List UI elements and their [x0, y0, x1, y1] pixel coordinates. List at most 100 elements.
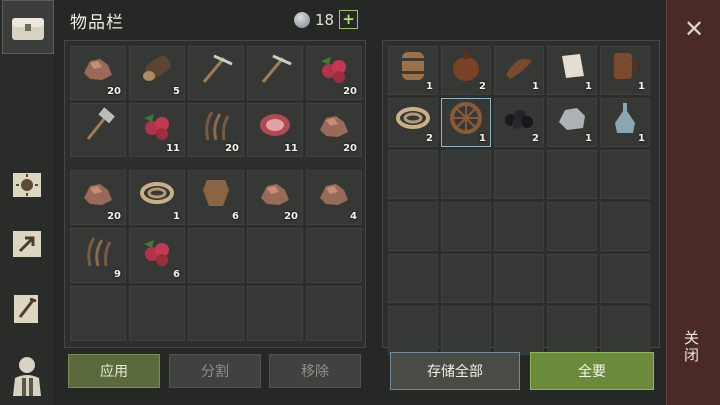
empty-slot[interactable]	[494, 202, 544, 251]
item-quantity: 1	[638, 81, 645, 92]
empty-slot[interactable]	[441, 150, 491, 199]
inventory-grid-top: 20 5 20 11 20 11 20	[70, 46, 362, 157]
empty-slot[interactable]	[70, 286, 126, 341]
empty-slot[interactable]	[188, 228, 244, 283]
stone-icon	[555, 104, 589, 136]
empty-slot[interactable]	[306, 286, 362, 341]
inventory-slot[interactable]: 1	[600, 98, 650, 147]
empty-slot[interactable]	[494, 150, 544, 199]
empty-slot[interactable]	[388, 254, 438, 303]
empty-slot[interactable]	[494, 254, 544, 303]
item-quantity: 6	[232, 211, 239, 222]
inventory-slot[interactable]: 4	[306, 170, 362, 225]
apply-button[interactable]: 应用	[68, 354, 160, 388]
close-label: 关闭	[682, 330, 700, 364]
empty-slot[interactable]	[388, 306, 438, 355]
copper-ore-icon	[80, 53, 116, 87]
plant-fiber-icon	[200, 108, 232, 146]
empty-slot[interactable]	[129, 286, 185, 341]
inventory-slot[interactable]: 1	[441, 98, 491, 147]
crafting-tab[interactable]	[2, 282, 52, 334]
inventory-slot[interactable]	[188, 46, 244, 100]
empty-slot[interactable]	[441, 202, 491, 251]
item-quantity: 1	[638, 133, 645, 144]
empty-slot[interactable]	[600, 254, 650, 303]
empty-slot[interactable]	[247, 228, 303, 283]
inventory-slot[interactable]: 6	[188, 170, 244, 225]
item-quantity: 11	[166, 143, 180, 154]
storage-grid: 1 2 1 1 1 2 1 2 1 1	[388, 46, 650, 355]
empty-slot[interactable]	[441, 306, 491, 355]
empty-slot[interactable]	[547, 202, 597, 251]
empty-slot[interactable]	[600, 202, 650, 251]
character-tab[interactable]	[2, 350, 52, 402]
inventory-slot[interactable]: 1	[388, 46, 438, 95]
sun-scroll-icon	[13, 173, 41, 197]
daily-tab[interactable]	[2, 158, 52, 210]
pickaxe-icon	[257, 50, 293, 90]
take-all-button[interactable]: 全要	[530, 352, 654, 390]
empty-slot[interactable]	[494, 306, 544, 355]
rope-icon	[396, 105, 430, 135]
item-quantity: 6	[173, 269, 180, 280]
item-quantity: 1	[585, 81, 592, 92]
coal-icon	[502, 105, 536, 135]
empty-slot[interactable]	[600, 306, 650, 355]
inventory-slot[interactable]: 2	[388, 98, 438, 147]
inventory-slot[interactable]: 20	[306, 103, 362, 157]
inventory-slot[interactable]: 1	[547, 46, 597, 95]
inventory-slot[interactable]: 20	[70, 46, 126, 100]
empty-slot[interactable]	[547, 150, 597, 199]
berries-icon	[140, 110, 174, 144]
close-bar[interactable]: ✕ 关闭	[666, 0, 720, 405]
inventory-slot[interactable]: 11	[129, 103, 185, 157]
close-icon[interactable]: ✕	[679, 14, 709, 44]
split-button[interactable]: 分割	[169, 354, 261, 388]
inventory-slot[interactable]: 9	[70, 228, 126, 283]
item-quantity: 1	[532, 81, 539, 92]
inventory-slot[interactable]: 20	[188, 103, 244, 157]
inventory-slot[interactable]: 20	[247, 170, 303, 225]
inventory-slot[interactable]: 11	[247, 103, 303, 157]
add-currency-button[interactable]: +	[339, 10, 359, 29]
empty-slot[interactable]	[247, 286, 303, 341]
inventory-slot[interactable]: 2	[494, 98, 544, 147]
inventory-slot[interactable]: 1	[547, 98, 597, 147]
remove-button[interactable]: 移除	[269, 354, 361, 388]
character-icon	[13, 357, 41, 396]
currency-amount: 18	[315, 10, 335, 29]
inventory-slot[interactable]: 6	[129, 228, 185, 283]
store-all-button[interactable]: 存储全部	[390, 352, 520, 390]
empty-slot[interactable]	[547, 254, 597, 303]
berries-icon	[140, 236, 174, 270]
inventory-slot[interactable]: 20	[306, 46, 362, 100]
inventory-slot[interactable]: 5	[129, 46, 185, 100]
empty-slot[interactable]	[441, 254, 491, 303]
page-title: 物品栏	[70, 13, 124, 33]
inventory-slot[interactable]: 1	[129, 170, 185, 225]
inventory-slot[interactable]: 2	[441, 46, 491, 95]
inventory-slot[interactable]: 1	[600, 46, 650, 95]
item-quantity: 1	[173, 211, 180, 222]
empty-slot[interactable]	[388, 202, 438, 251]
map-arrow-icon	[13, 231, 41, 257]
leather-icon	[199, 176, 233, 214]
inventory-tab[interactable]	[2, 0, 54, 54]
currency-display: 18 +	[294, 10, 359, 29]
empty-slot[interactable]	[188, 286, 244, 341]
leather-strips-icon	[502, 51, 536, 85]
rope-icon	[140, 180, 174, 210]
item-quantity: 9	[114, 269, 121, 280]
inventory-slot[interactable]	[247, 46, 303, 100]
item-quantity: 11	[284, 143, 298, 154]
inventory-slot[interactable]	[70, 103, 126, 157]
empty-slot[interactable]	[547, 306, 597, 355]
empty-slot[interactable]	[388, 150, 438, 199]
copper-ore-icon	[316, 178, 352, 212]
item-quantity: 2	[426, 133, 433, 144]
inventory-slot[interactable]: 20	[70, 170, 126, 225]
map-tab[interactable]	[2, 218, 52, 270]
empty-slot[interactable]	[306, 228, 362, 283]
empty-slot[interactable]	[600, 150, 650, 199]
inventory-slot[interactable]: 1	[494, 46, 544, 95]
